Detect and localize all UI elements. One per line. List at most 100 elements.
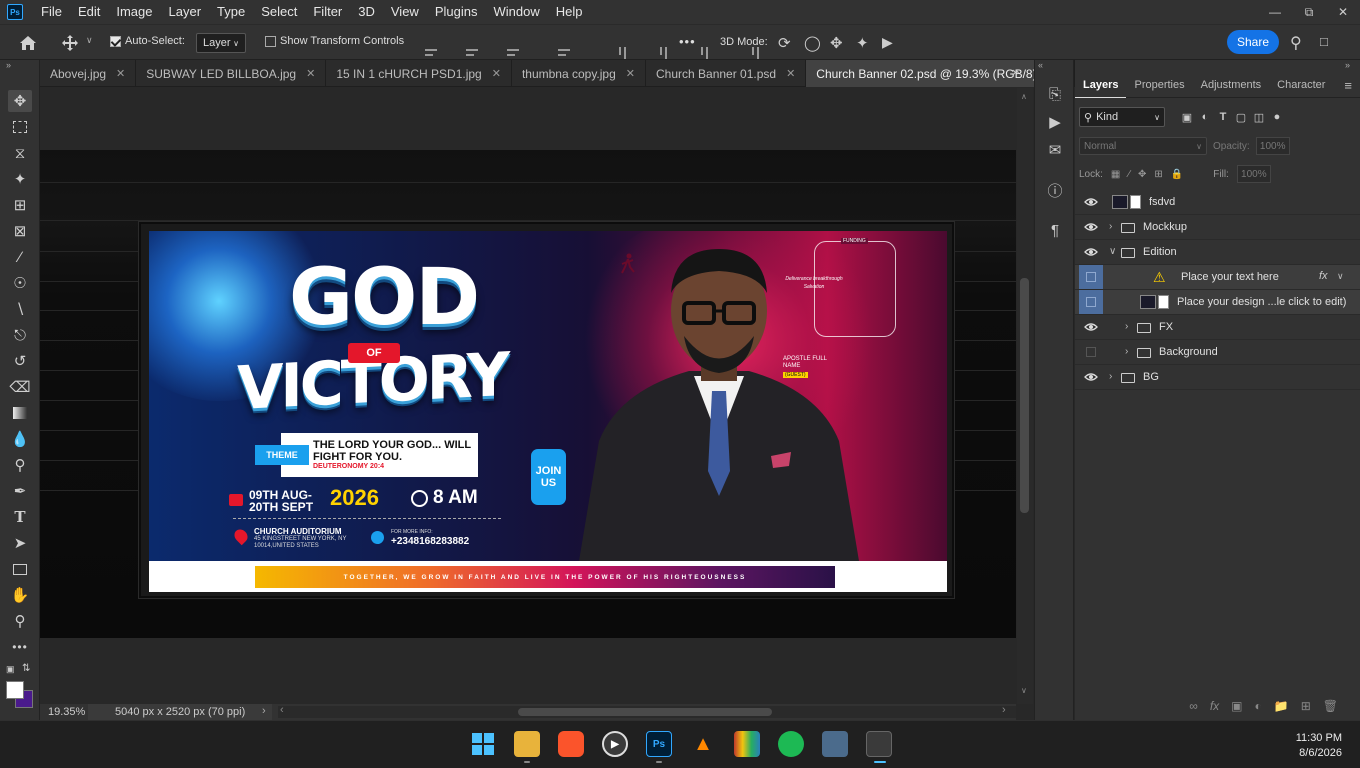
- align-left-icon[interactable]: [423, 46, 439, 60]
- align-right-icon[interactable]: [505, 46, 521, 60]
- layer-row[interactable]: Place your design ...le click to edit): [1075, 290, 1360, 315]
- menu-view[interactable]: View: [383, 0, 427, 24]
- align-middle-icon[interactable]: [656, 45, 670, 61]
- menu-filter[interactable]: Filter: [305, 0, 350, 24]
- scroll-left-icon[interactable]: ‹: [280, 704, 284, 716]
- chevron-down-icon[interactable]: ∨: [1109, 246, 1116, 257]
- more-options-icon[interactable]: •••: [679, 34, 696, 49]
- horizontal-scrollbar[interactable]: ‹ ›: [278, 704, 1016, 718]
- align-bottom-icon[interactable]: [697, 45, 711, 61]
- layer-row[interactable]: fsdvd: [1075, 190, 1360, 215]
- 3d-slide-icon[interactable]: ✦: [856, 34, 869, 52]
- tab-layers[interactable]: Layers: [1075, 72, 1127, 98]
- hidden-box-icon[interactable]: [1086, 347, 1096, 357]
- 3d-orbit-icon[interactable]: ⟳: [778, 34, 791, 52]
- menu-file[interactable]: File: [33, 0, 70, 24]
- frame-tool-icon[interactable]: ⊠: [8, 220, 32, 242]
- 3d-pan-icon[interactable]: ✥: [830, 34, 843, 52]
- chevron-down-icon[interactable]: ∨: [1337, 271, 1344, 282]
- lasso-tool-icon[interactable]: ⧖: [8, 142, 32, 164]
- new-layer-icon[interactable]: ⊞: [1301, 699, 1311, 713]
- auto-select-target-dropdown[interactable]: Layer ∨: [196, 33, 246, 53]
- eye-icon[interactable]: [1084, 322, 1098, 332]
- visibility-toggle[interactable]: [1079, 365, 1103, 389]
- rectangle-tool-icon[interactable]: [8, 558, 32, 580]
- vertical-scrollbar[interactable]: ∧ ∨: [1017, 88, 1033, 704]
- layer-row[interactable]: › BG: [1075, 365, 1360, 390]
- horizontal-scroll-thumb[interactable]: [518, 708, 772, 716]
- 3d-scale-icon[interactable]: ▶: [882, 34, 893, 51]
- align-top-icon[interactable]: [615, 45, 629, 61]
- type-filter-icon[interactable]: T: [1217, 111, 1229, 123]
- tab-church-banner-01[interactable]: Church Banner 01.psd ✕: [646, 60, 807, 87]
- menu-plugins[interactable]: Plugins: [427, 0, 486, 24]
- close-icon[interactable]: ✕: [306, 67, 315, 80]
- comments-icon[interactable]: ✉: [1045, 140, 1065, 160]
- path-selection-icon[interactable]: ➤: [8, 532, 32, 554]
- pixel-filter-icon[interactable]: ▣: [1181, 111, 1193, 124]
- visibility-toggle[interactable]: [1079, 215, 1103, 239]
- tab-subway-led[interactable]: SUBWAY LED BILLBOA.jpg ✕: [136, 60, 327, 87]
- chevron-right-icon[interactable]: ›: [1109, 221, 1112, 232]
- search-icon[interactable]: ⚲: [1290, 33, 1302, 53]
- snipping-tool-icon[interactable]: [866, 731, 892, 757]
- chevron-right-icon[interactable]: ›: [1109, 371, 1112, 382]
- layer-row[interactable]: › FX: [1075, 315, 1360, 340]
- chevron-right-icon[interactable]: ›: [262, 705, 266, 717]
- tab-thumbna[interactable]: thumbna copy.jpg ✕: [512, 60, 646, 87]
- close-icon[interactable]: ✕: [116, 67, 125, 80]
- restore-icon[interactable]: ⧉: [1292, 0, 1326, 24]
- collapse-icon[interactable]: «: [1038, 60, 1043, 70]
- hidden-box-icon[interactable]: [1086, 297, 1096, 307]
- layer-row[interactable]: › Mockkup: [1075, 215, 1360, 240]
- menu-help[interactable]: Help: [548, 0, 591, 24]
- layer-row[interactable]: ⚠ Place your text here fx ∨: [1075, 265, 1360, 290]
- panel-menu-icon[interactable]: ≡: [1336, 72, 1360, 98]
- distribute-vertical-icon[interactable]: [556, 46, 572, 60]
- blend-mode-dropdown[interactable]: Normal ∨: [1079, 137, 1207, 155]
- photoshop-taskbar-icon[interactable]: Ps: [646, 731, 672, 757]
- filter-kind-dropdown[interactable]: ⚲ Kind ∨: [1079, 107, 1165, 127]
- tab-15-in-1[interactable]: 15 IN 1 cHURCH PSD1.jpg ✕: [326, 60, 512, 87]
- visibility-toggle[interactable]: [1079, 290, 1103, 314]
- menu-image[interactable]: Image: [108, 0, 160, 24]
- adjustment-layer-icon[interactable]: ◐: [1255, 699, 1262, 713]
- close-icon[interactable]: ✕: [786, 67, 795, 80]
- opacity-field[interactable]: 100%: [1255, 137, 1290, 155]
- menu-type[interactable]: Type: [209, 0, 253, 24]
- spotify-icon[interactable]: [778, 731, 804, 757]
- file-explorer-icon[interactable]: [514, 731, 540, 757]
- show-transform-check-icon[interactable]: [265, 35, 276, 47]
- layer-row[interactable]: ∨ Edition: [1075, 240, 1360, 265]
- clone-stamp-icon[interactable]: ⎋: [8, 324, 32, 346]
- show-transform-checkbox[interactable]: Show Transform Controls: [265, 35, 404, 47]
- swap-colors-icon[interactable]: ⇅: [22, 663, 30, 674]
- collapse-icon[interactable]: »: [1345, 60, 1350, 70]
- tab-adjustments[interactable]: Adjustments: [1193, 72, 1270, 98]
- dodge-tool-icon[interactable]: ⚲: [8, 454, 32, 476]
- visibility-toggle[interactable]: [1079, 315, 1103, 339]
- paragraph-icon[interactable]: ¶: [1045, 220, 1065, 240]
- align-center-icon[interactable]: [464, 46, 480, 60]
- minimize-icon[interactable]: —: [1258, 0, 1292, 24]
- move-tool-icon[interactable]: ✥: [8, 90, 32, 112]
- system-clock[interactable]: 11:30 PM 8/6/2026: [1296, 731, 1342, 761]
- menu-window[interactable]: Window: [485, 0, 547, 24]
- eye-icon[interactable]: [1084, 372, 1098, 382]
- chevron-down-icon[interactable]: ∨: [86, 35, 93, 46]
- info-icon[interactable]: ⓘ: [1045, 180, 1065, 200]
- tab-abovej[interactable]: Abovej.jpg ✕: [40, 60, 137, 87]
- vlc-icon[interactable]: ▲: [690, 731, 716, 757]
- pen-tool-icon[interactable]: ✒: [8, 480, 32, 502]
- healing-brush-icon[interactable]: ☉: [8, 272, 32, 294]
- menu-3d[interactable]: 3D: [350, 0, 383, 24]
- photos-icon[interactable]: [822, 731, 848, 757]
- menu-edit[interactable]: Edit: [70, 0, 108, 24]
- move-tool-icon[interactable]: [60, 33, 80, 53]
- crop-tool-icon[interactable]: ⊞: [8, 194, 32, 216]
- magic-wand-icon[interactable]: ✦: [8, 168, 32, 190]
- zoom-level[interactable]: 19.35%: [48, 706, 85, 718]
- layer-fx-icon[interactable]: fx: [1319, 270, 1328, 282]
- default-colors-icon[interactable]: ▣: [6, 664, 15, 675]
- shape-filter-icon[interactable]: ▢: [1235, 111, 1247, 124]
